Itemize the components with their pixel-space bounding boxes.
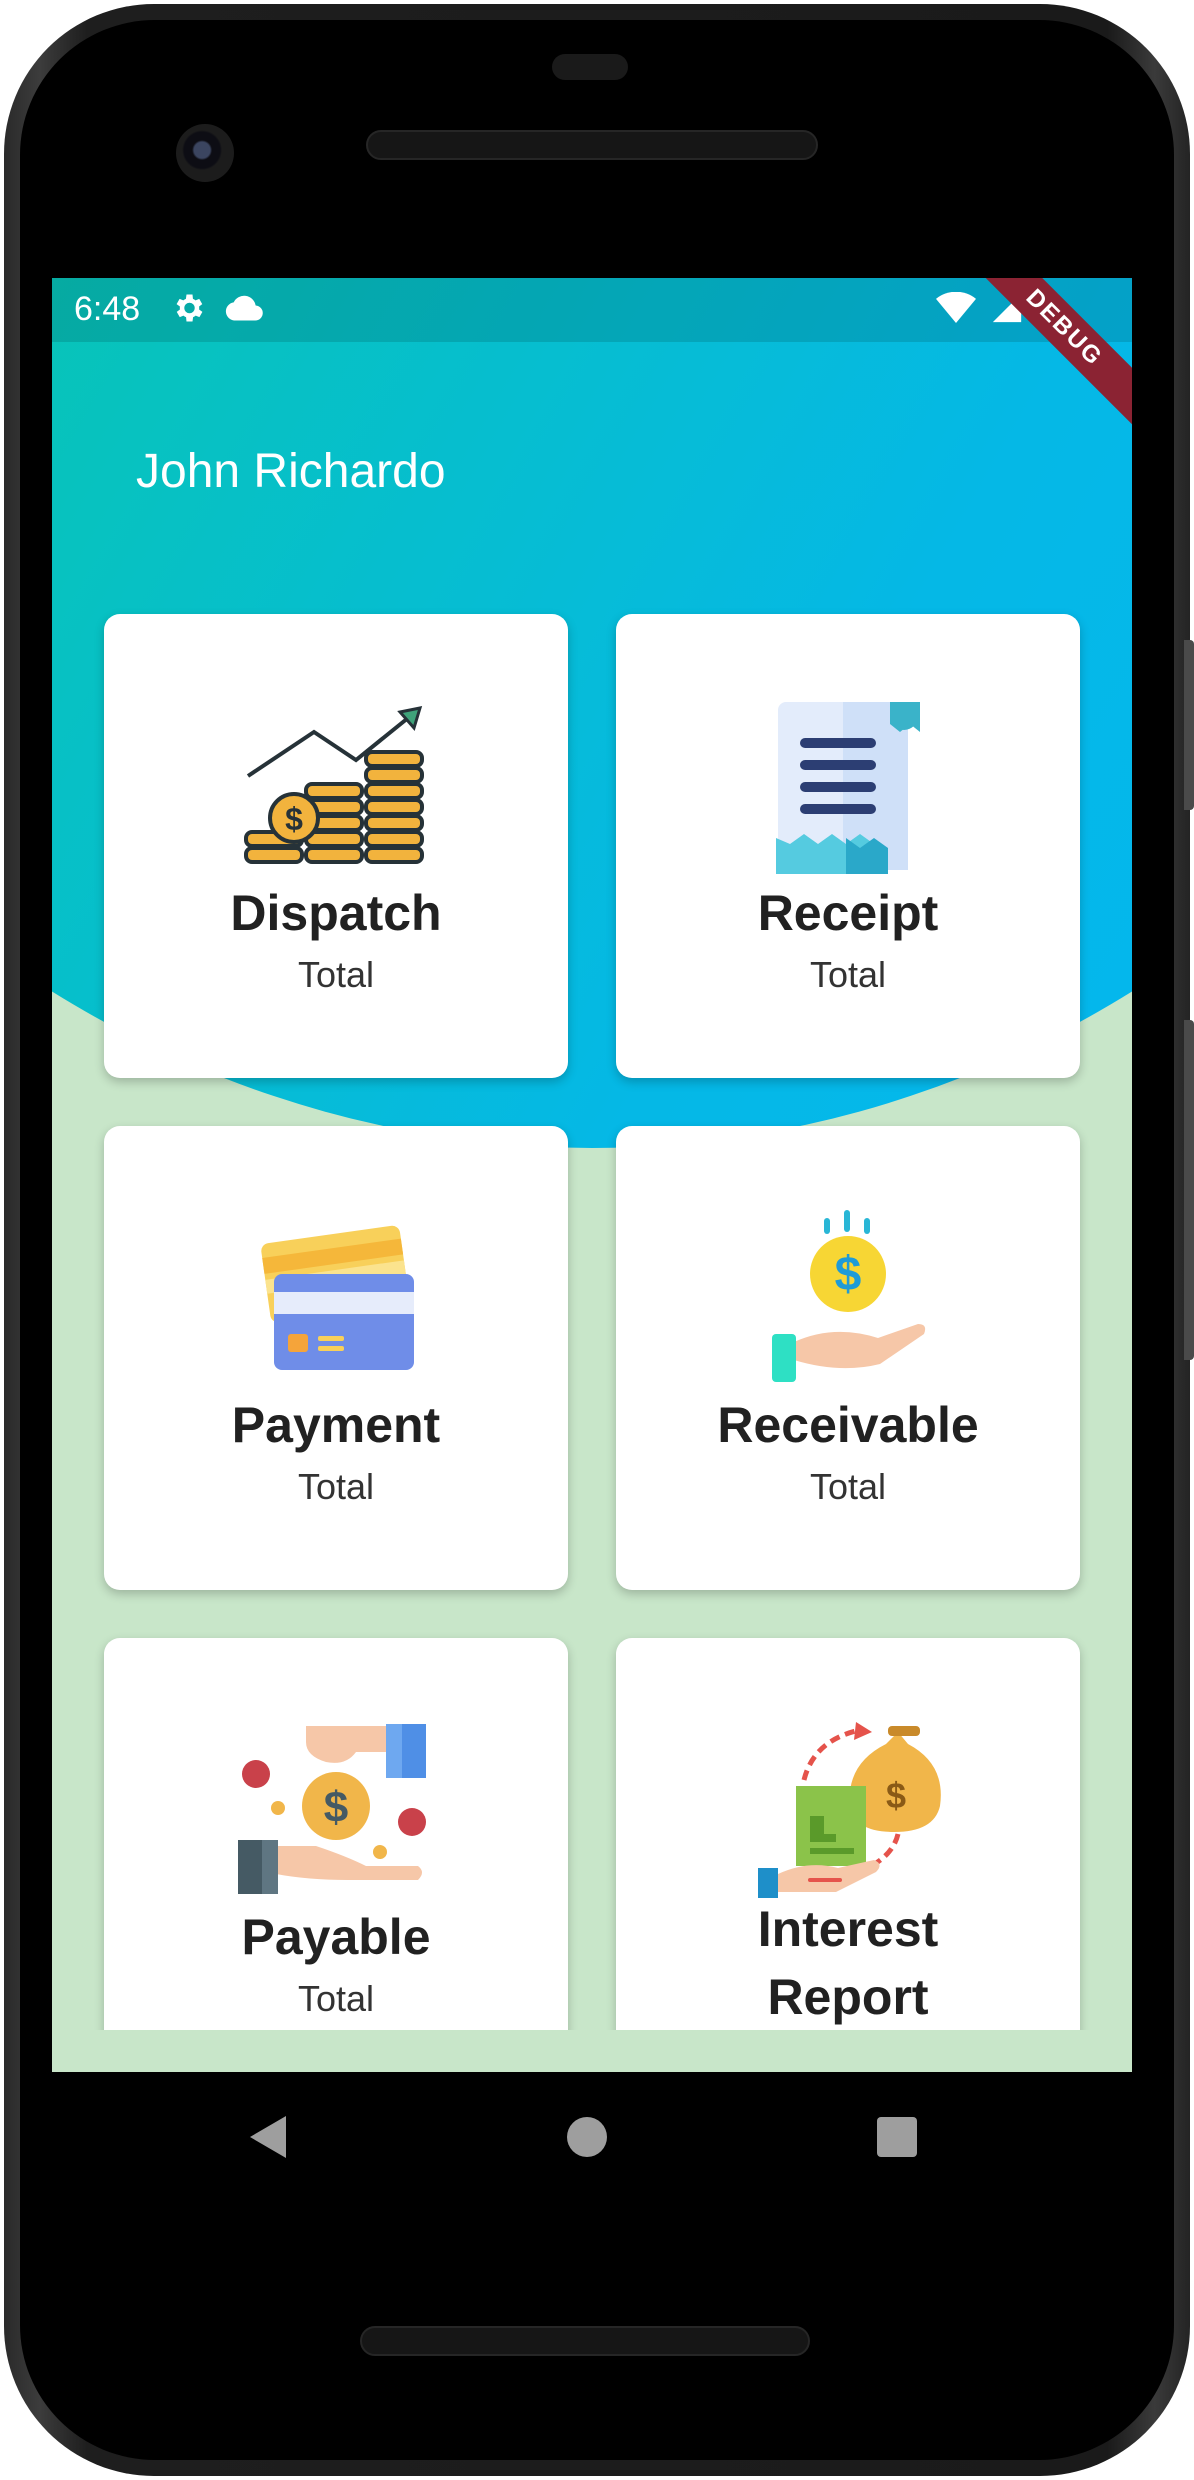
interest-report-card[interactable]: $ Interest Report bbox=[616, 1638, 1080, 2072]
recents-icon[interactable] bbox=[862, 2102, 932, 2172]
scroll-fade bbox=[52, 2030, 1132, 2072]
dispatch-card[interactable]: $ Dispatch Total bbox=[104, 614, 568, 1078]
receipt-icon bbox=[776, 702, 920, 874]
svg-text:$: $ bbox=[886, 1775, 906, 1816]
svg-text:$: $ bbox=[324, 1783, 348, 1832]
navigation-bar bbox=[52, 2072, 1132, 2202]
card-subtitle: Total bbox=[297, 954, 375, 995]
status-bar: 6:48 bbox=[52, 278, 1132, 342]
card-title: Payable bbox=[241, 1909, 431, 1965]
back-icon[interactable] bbox=[234, 2102, 304, 2172]
card-subtitle: Total bbox=[297, 1466, 375, 1507]
money-exchange-icon: $ bbox=[238, 1724, 426, 1894]
receipt-card[interactable]: Receipt Total bbox=[616, 614, 1080, 1078]
settings-icon bbox=[176, 294, 203, 322]
card-subtitle: Total bbox=[297, 1978, 375, 2019]
card-title-line1: Interest bbox=[757, 1901, 939, 1957]
payment-card[interactable]: Payment Total bbox=[104, 1126, 568, 1590]
card-title: Payment bbox=[231, 1397, 441, 1453]
app-screen: 6:48 DEBUG John Richardo $ Dispatch Tota… bbox=[52, 278, 1132, 2072]
phone-device: 6:48 DEBUG John Richardo $ Dispatch Tota… bbox=[0, 0, 1194, 2480]
top-speaker bbox=[366, 130, 818, 160]
svg-text:$: $ bbox=[285, 801, 303, 837]
card-subtitle: Total bbox=[809, 954, 887, 995]
card-subtitle: Total bbox=[809, 1466, 887, 1507]
volume-button bbox=[1184, 640, 1194, 810]
coin-hand-icon: $ bbox=[772, 1210, 926, 1382]
svg-text:$: $ bbox=[835, 1248, 862, 1301]
cloud-icon bbox=[225, 295, 263, 321]
receivable-card[interactable]: $ Receivable Total bbox=[616, 1126, 1080, 1590]
front-camera bbox=[176, 124, 234, 182]
card-title-line2: Report bbox=[767, 1969, 929, 2025]
card-title: Receipt bbox=[757, 885, 939, 941]
earpiece bbox=[552, 54, 628, 80]
coins-growth-icon: $ bbox=[244, 706, 424, 864]
card-title: Receivable bbox=[717, 1397, 979, 1453]
payable-card[interactable]: $ Payable Total bbox=[104, 1638, 568, 2072]
user-name: John Richardo bbox=[136, 445, 446, 498]
power-button bbox=[1184, 1020, 1194, 1360]
status-time: 6:48 bbox=[74, 290, 141, 328]
bottom-speaker bbox=[360, 2326, 810, 2356]
home-icon[interactable] bbox=[552, 2102, 622, 2172]
card-title: Dispatch bbox=[230, 885, 442, 941]
credit-cards-icon bbox=[261, 1225, 414, 1370]
interest-report-icon: $ bbox=[758, 1722, 941, 1898]
wifi-icon bbox=[936, 292, 976, 323]
